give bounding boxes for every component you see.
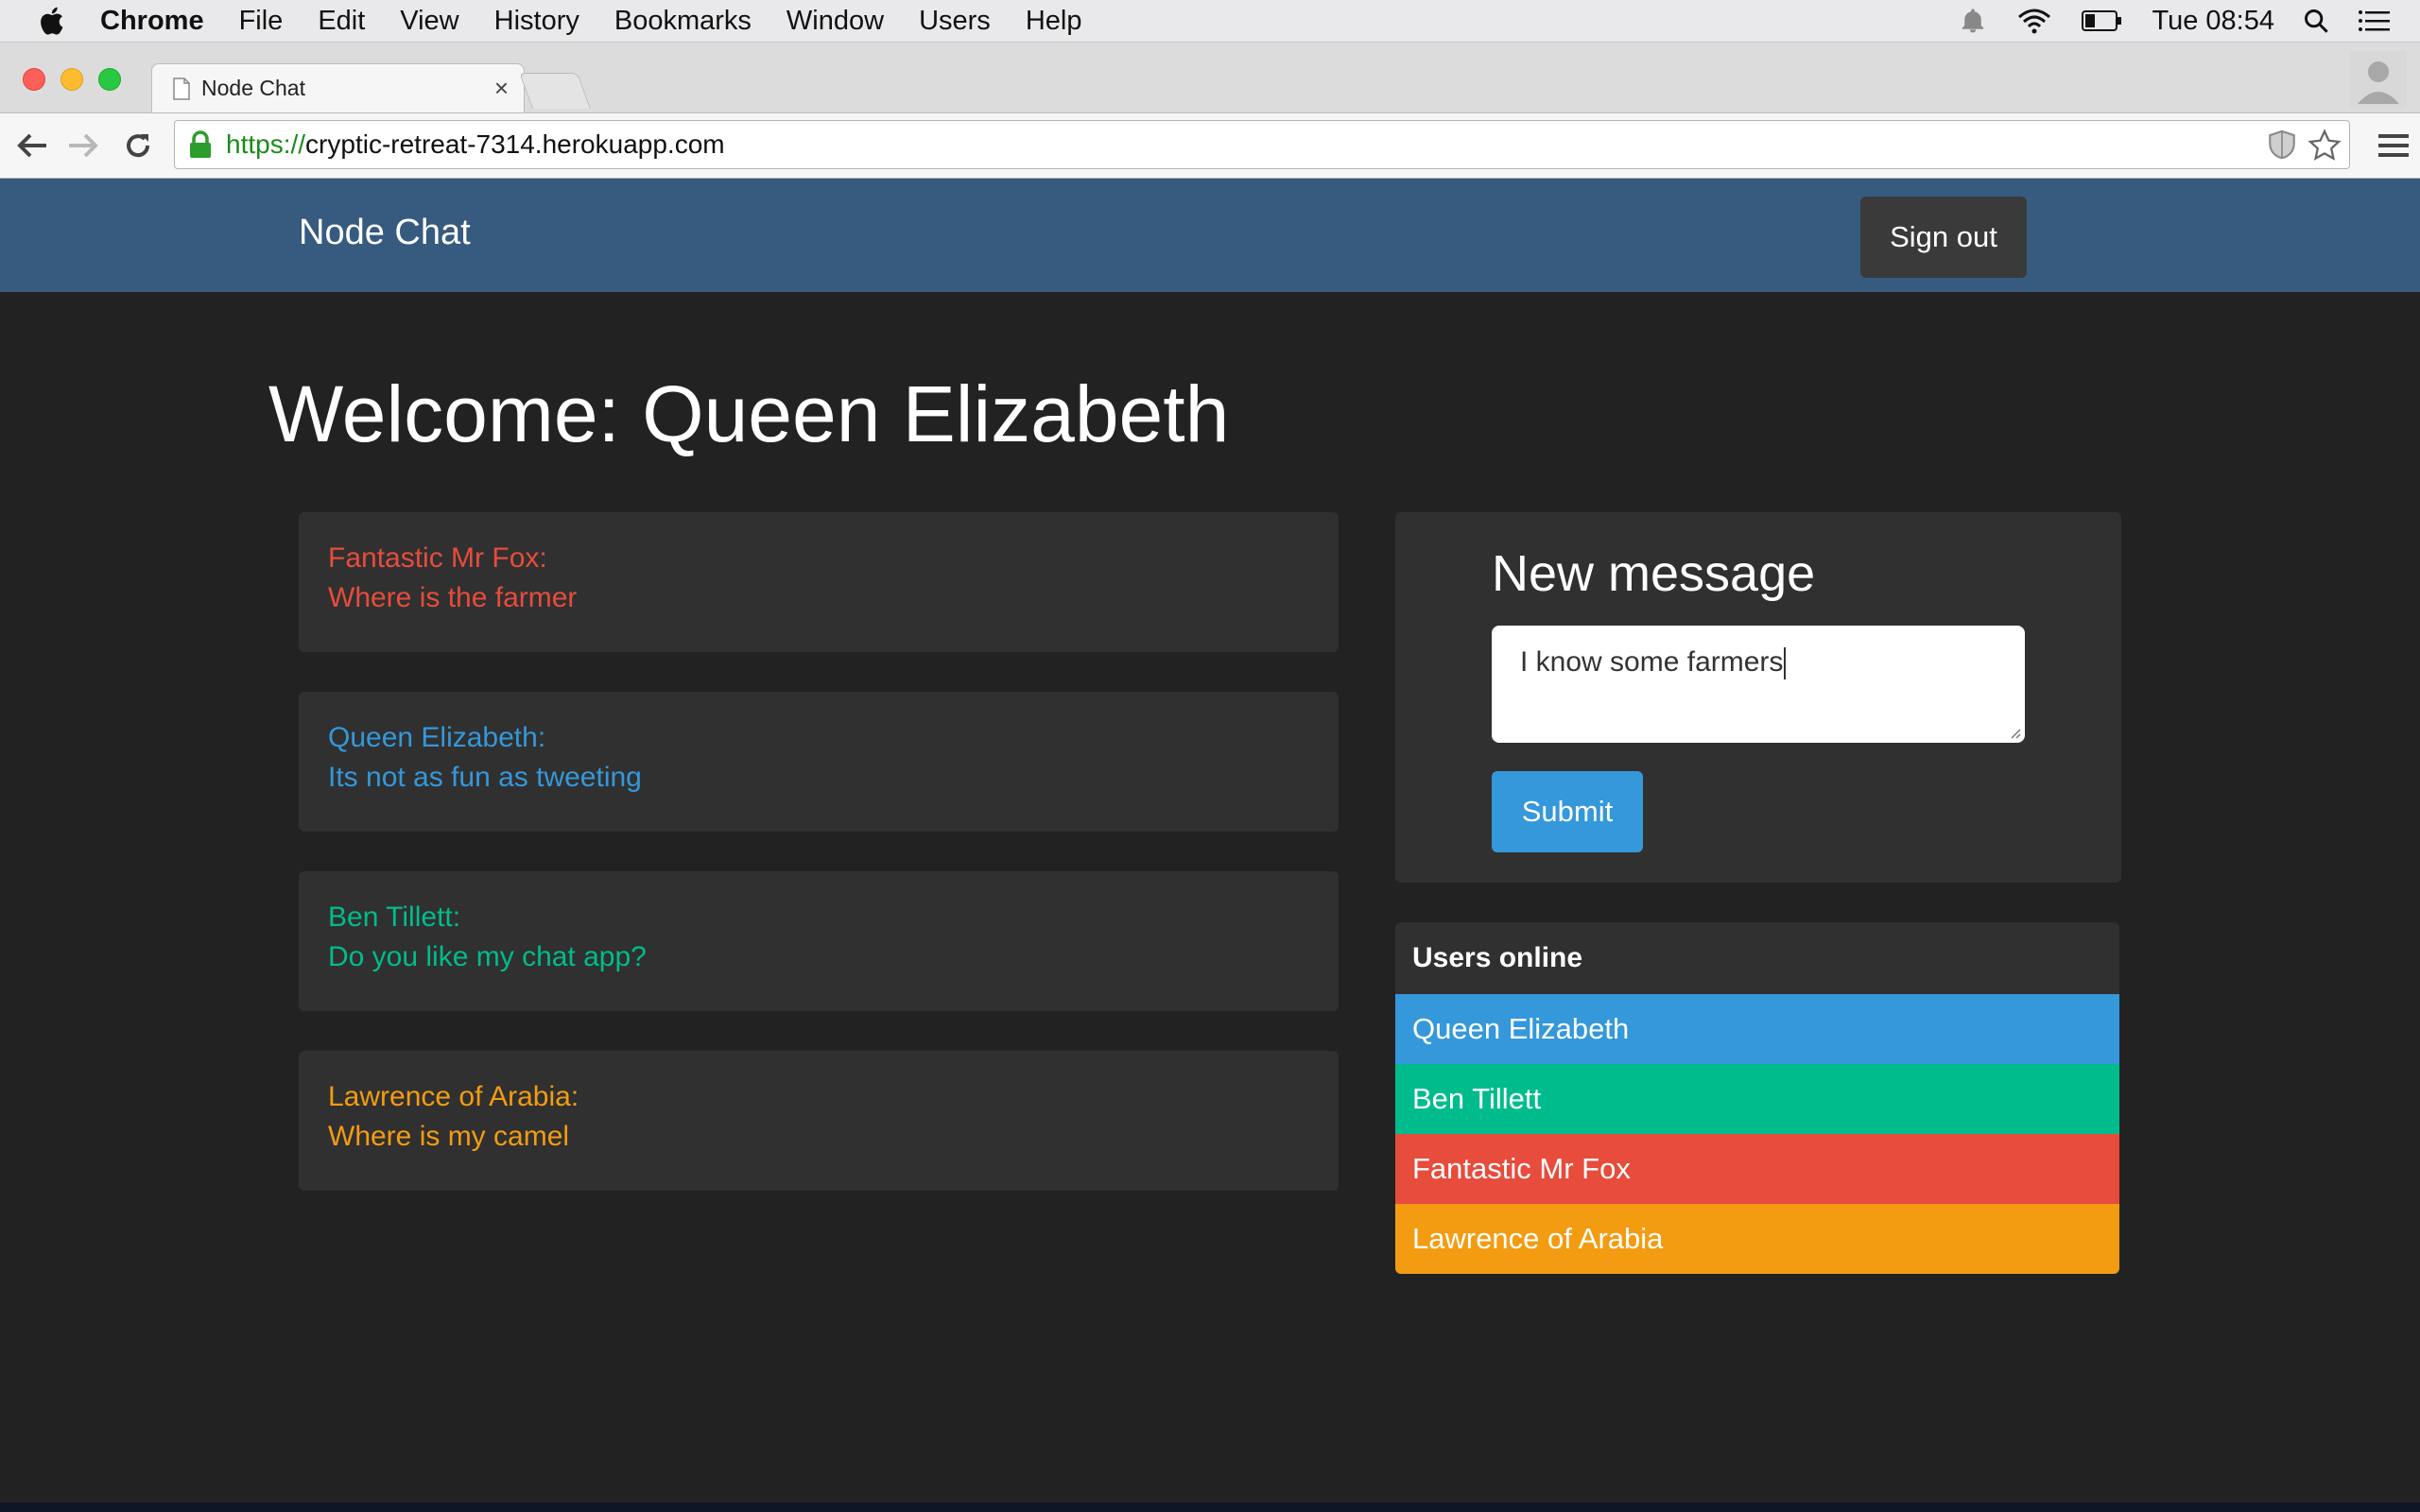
url-scheme: https:// xyxy=(226,129,306,159)
chat-message: Lawrence of Arabia: Where is my camel xyxy=(299,1051,1339,1191)
menu-history[interactable]: History xyxy=(494,6,579,37)
text-caret xyxy=(1784,647,1787,680)
page-icon xyxy=(173,77,190,100)
menu-view[interactable]: View xyxy=(400,6,458,37)
user-list-item[interactable]: Queen Elizabeth xyxy=(1395,994,2119,1064)
lock-icon[interactable] xyxy=(188,130,213,159)
reload-icon xyxy=(127,134,150,158)
bookmark-star-icon[interactable] xyxy=(2308,129,2342,163)
message-textarea-value: I know some farmers xyxy=(1520,646,1784,678)
browser-toolbar: https:// cryptic-retreat-7314.herokuapp.… xyxy=(0,113,2420,179)
chat-message: Queen Elizabeth: Its not as fun as tweet… xyxy=(299,692,1339,832)
shield-icon[interactable] xyxy=(2266,129,2298,161)
site-navbar: Node Chat Sign out xyxy=(0,179,2420,292)
profile-avatar-icon[interactable] xyxy=(2350,51,2407,108)
tab-close-icon[interactable]: × xyxy=(494,76,509,100)
url-host: cryptic-retreat-7314.herokuapp.com xyxy=(305,129,725,159)
message-text: Where is the farmer xyxy=(328,582,578,613)
message-text: Its not as fun as tweeting xyxy=(328,762,642,793)
menu-window[interactable]: Window xyxy=(786,6,884,37)
new-tab-button[interactable] xyxy=(519,73,591,109)
brand-link[interactable]: Node Chat xyxy=(299,213,471,253)
forward-arrow-icon xyxy=(69,133,98,158)
hamburger-menu-icon xyxy=(2378,134,2409,157)
user-list-item[interactable]: Ben Tillett xyxy=(1395,1064,2119,1134)
spotlight-search-icon[interactable] xyxy=(2303,8,2329,34)
menu-bookmarks[interactable]: Bookmarks xyxy=(614,6,752,37)
clock[interactable]: Tue 08:54 xyxy=(2152,6,2274,37)
battery-icon[interactable] xyxy=(2082,9,2123,32)
back-arrow-icon xyxy=(17,133,46,158)
new-message-panel: New message I know some farmers Submit xyxy=(1395,512,2121,883)
macos-menu-bar: Chrome File Edit View History Bookmarks … xyxy=(0,0,2420,43)
menu-edit[interactable]: Edit xyxy=(318,6,365,37)
minimize-window-button[interactable] xyxy=(60,68,83,91)
forward-button[interactable] xyxy=(62,125,104,166)
menu-file[interactable]: File xyxy=(239,6,284,37)
users-online-panel: Users online Queen Elizabeth Ben Tillett… xyxy=(1395,922,2119,1274)
address-bar-actions xyxy=(2266,129,2342,163)
menu-extras: Tue 08:54 xyxy=(1959,0,2420,42)
user-list-item[interactable]: Lawrence of Arabia xyxy=(1395,1204,2119,1274)
message-author: Lawrence of Arabia: xyxy=(328,1081,579,1112)
back-button[interactable] xyxy=(11,125,53,166)
menu-users[interactable]: Users xyxy=(919,6,991,37)
zoom-window-button[interactable] xyxy=(98,68,121,91)
user-list-item[interactable]: Fantastic Mr Fox xyxy=(1395,1134,2119,1204)
message-author: Fantastic Mr Fox: xyxy=(328,542,547,574)
close-window-button[interactable] xyxy=(23,68,45,91)
reload-button[interactable] xyxy=(117,125,159,166)
sign-out-button[interactable]: Sign out xyxy=(1860,197,2027,278)
new-message-heading: New message xyxy=(1492,545,1816,602)
tab-title: Node Chat xyxy=(201,76,305,100)
message-text: Do you like my chat app? xyxy=(328,941,647,972)
desktop-edge xyxy=(0,1503,2420,1512)
message-text: Where is my camel xyxy=(328,1121,570,1152)
users-online-heading: Users online xyxy=(1412,942,1583,973)
browser-tab-strip: Node Chat × xyxy=(0,43,2420,113)
address-bar[interactable]: https:// cryptic-retreat-7314.herokuapp.… xyxy=(174,120,2350,169)
menu-app-name[interactable]: Chrome xyxy=(100,6,204,37)
submit-button[interactable]: Submit xyxy=(1492,771,1643,852)
wifi-icon[interactable] xyxy=(2015,7,2053,35)
notification-center-icon[interactable] xyxy=(2358,8,2392,34)
message-textarea[interactable]: I know some farmers xyxy=(1492,626,2025,743)
page-title: Welcome: Queen Elizabeth xyxy=(268,369,1230,458)
chrome-menu-button[interactable] xyxy=(2373,125,2414,166)
message-author: Ben Tillett: xyxy=(328,902,461,933)
resize-grip-icon[interactable] xyxy=(2008,726,2021,739)
chat-message: Fantastic Mr Fox: Where is the farmer xyxy=(299,512,1339,652)
menu-help[interactable]: Help xyxy=(1026,6,1082,37)
message-author: Queen Elizabeth: xyxy=(328,722,546,753)
notification-bell-icon[interactable] xyxy=(1959,7,1987,35)
apple-icon[interactable] xyxy=(36,4,70,38)
browser-tab[interactable]: Node Chat × xyxy=(151,63,525,112)
chat-message: Ben Tillett: Do you like my chat app? xyxy=(299,871,1339,1011)
